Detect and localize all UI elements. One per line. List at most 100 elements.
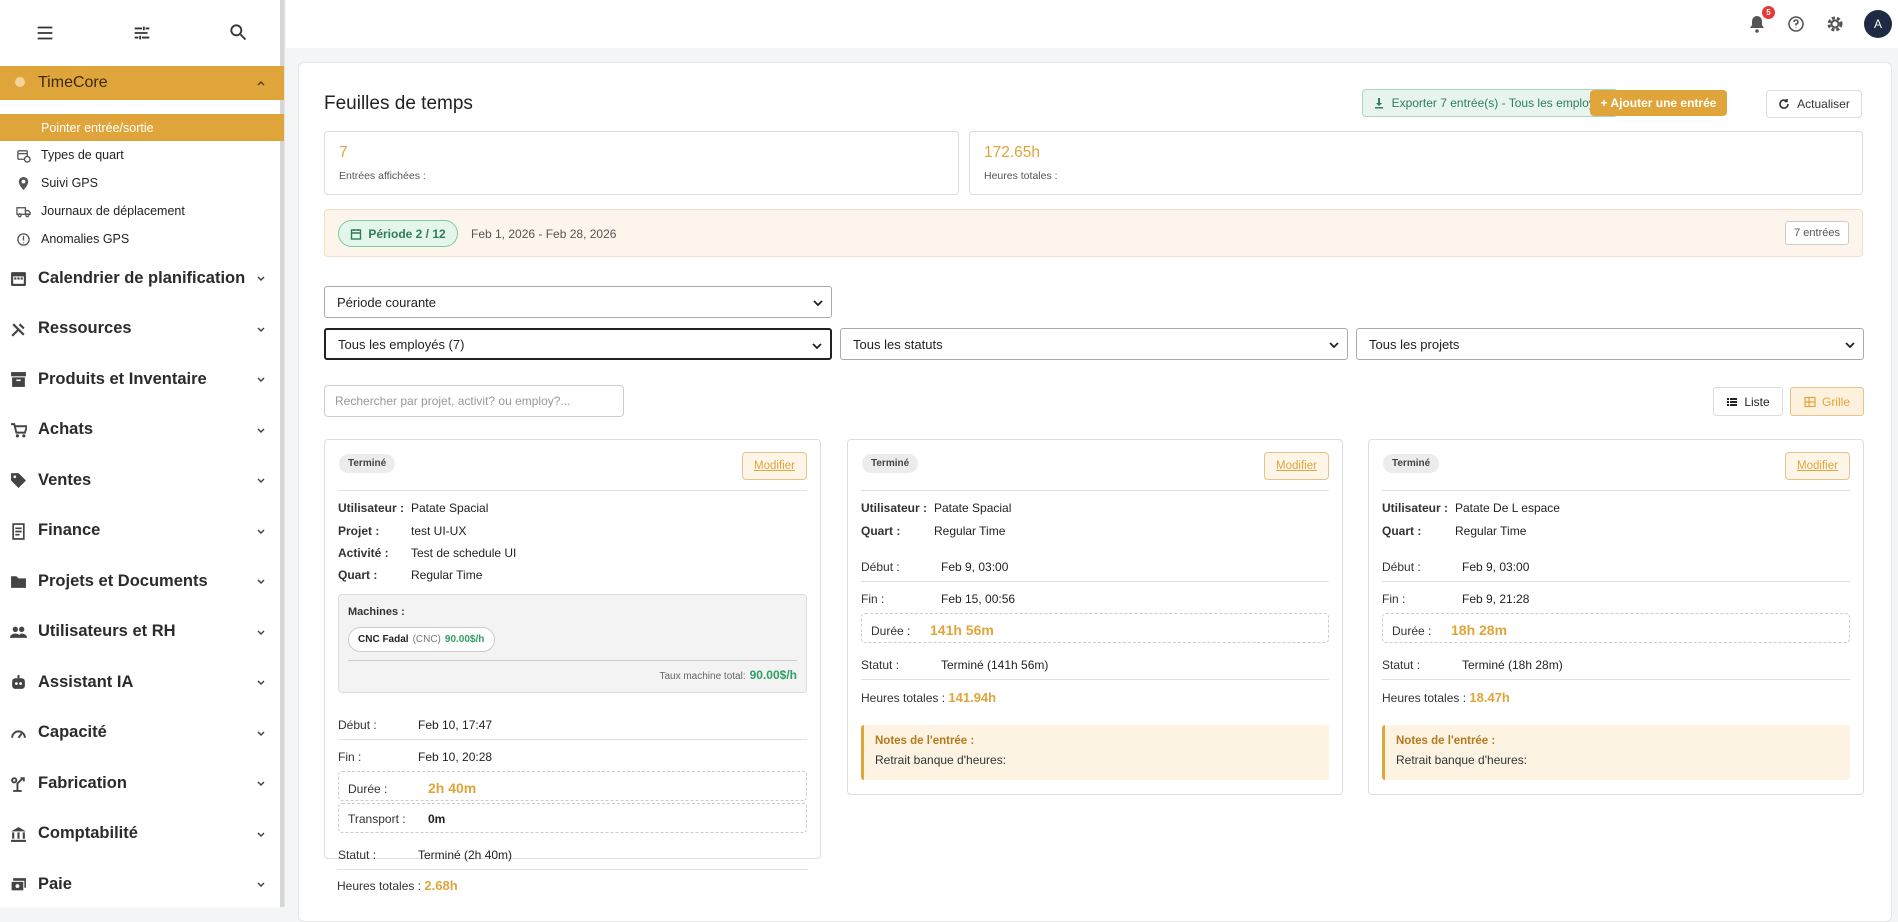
sidebar-section-comptabilite[interactable]: Comptabilité — [0, 809, 284, 860]
search-input[interactable]: Rechercher par projet, activit? ou emplo… — [324, 385, 624, 417]
sidebar-item-journaux[interactable]: Journaux de déplacement — [0, 197, 284, 225]
chevron-down-icon — [256, 326, 266, 334]
sidebar-section-assistant-ia[interactable]: Assistant IA — [0, 657, 284, 708]
status-row: Statut : Terminé (2h 40m) — [338, 848, 512, 862]
status-select[interactable]: Tous les statuts — [840, 328, 1348, 360]
modify-button[interactable]: Modifier — [742, 452, 807, 480]
receipt-icon — [10, 522, 27, 540]
total-hours-value: 141.94h — [948, 690, 997, 705]
modify-button[interactable]: Modifier — [1264, 452, 1329, 480]
sidebar-section-projets[interactable]: Projets et Documents — [0, 556, 284, 607]
export-button[interactable]: Exporter 7 entrée(s) - Tous les employés — [1362, 89, 1618, 117]
start-row: Début : Feb 9, 03:00 — [861, 560, 1008, 574]
divider — [1382, 679, 1850, 680]
sidebar-item-types-quart[interactable]: Types de quart — [0, 141, 284, 169]
end-row: Fin : Feb 9, 21:28 — [1382, 592, 1529, 606]
search-icon[interactable] — [228, 22, 250, 44]
page-title: Feuilles de temps — [324, 93, 473, 114]
search-placeholder: Rechercher par projet, activit? ou emplo… — [335, 394, 571, 408]
sidebar-section-label: Calendrier de planification — [38, 268, 246, 287]
field-label: Début : — [338, 718, 377, 732]
notes-box: Notes de l'entrée : Retrait banque d'heu… — [861, 725, 1329, 780]
chevron-down-icon — [1845, 341, 1855, 349]
machines-title: Machines : — [348, 606, 405, 618]
notifications-icon[interactable]: 5 — [1747, 6, 1775, 34]
duration-row: Durée : 2h 40m — [348, 780, 476, 796]
machines-box: Machines : CNC Fadal (CNC) 90.00$/h Taux… — [338, 594, 807, 693]
grid-view-button[interactable]: Grille — [1790, 387, 1864, 416]
sidebar-item-suivi-gps[interactable]: Suivi GPS — [0, 169, 284, 197]
sidebar-item-label: Anomalies GPS — [41, 232, 130, 246]
sidebar-item-anomalies[interactable]: Anomalies GPS — [0, 225, 284, 253]
total-hours-row: Heures totales : 141.94h — [861, 690, 996, 705]
payments-icon — [10, 876, 27, 893]
sidebar-section-capacite[interactable]: Capacité — [0, 708, 284, 759]
sidebar-item-label: Pointer entrée/sortie — [41, 120, 154, 135]
download-icon — [1373, 97, 1385, 109]
sidebar-section-label: Produits et Inventaire — [38, 369, 207, 388]
notes-body: Retrait banque d'heures: — [1396, 753, 1528, 767]
employees-select[interactable]: Tous les employés (7) — [324, 328, 832, 360]
tune-icon[interactable] — [131, 22, 153, 44]
sidebar-section-fabrication[interactable]: Fabrication — [0, 758, 284, 809]
sidebar-section-ressources[interactable]: Ressources — [0, 304, 284, 355]
chevron-down-icon — [256, 477, 266, 485]
sidebar-item-label: Journaux de déplacement — [41, 204, 185, 218]
top-bar: 5 A — [286, 0, 1898, 48]
stat-entries: 7 Entrées affichées : — [324, 131, 959, 195]
field-value: Terminé (18h 28m) — [1462, 658, 1563, 672]
sidebar-section-paie[interactable]: Paie — [0, 859, 284, 907]
start-row: Début : Feb 9, 03:00 — [1382, 560, 1529, 574]
sidebar-module-label: TimeCore — [38, 74, 108, 91]
period-pill[interactable]: Période 2 / 12 — [338, 220, 458, 247]
sidebar-section-label: Fabrication — [38, 773, 127, 792]
stat-label: Entrées affichées : — [339, 170, 426, 182]
chevron-down-icon — [256, 679, 266, 687]
status-tag: Terminé — [339, 454, 396, 473]
main-panel: Feuilles de temps Exporter 7 entrée(s) -… — [298, 62, 1892, 922]
period-select[interactable]: Période courante — [324, 286, 832, 318]
settings-icon[interactable] — [1825, 14, 1845, 34]
refresh-button[interactable]: Actualiser — [1766, 90, 1862, 118]
field-label: Durée : — [348, 782, 388, 796]
modify-button[interactable]: Modifier — [1785, 452, 1850, 480]
period-select-value: Période courante — [337, 294, 437, 310]
transport-value: 0m — [428, 812, 446, 826]
projects-select[interactable]: Tous les projets — [1356, 328, 1864, 360]
field-label: Statut : — [1382, 658, 1421, 672]
sidebar-section-utilisateurs[interactable]: Utilisateurs et RH — [0, 607, 284, 658]
end-row: Fin : Feb 10, 20:28 — [338, 750, 492, 764]
sidebar-section-ventes[interactable]: Ventes — [0, 455, 284, 506]
add-entry-button[interactable]: + Ajouter une entrée — [1590, 90, 1727, 116]
divider — [1382, 581, 1850, 582]
end-row: Fin : Feb 15, 00:56 — [861, 592, 1015, 606]
user-row: Utilisateur : Patate Spacial — [338, 501, 488, 515]
machine-rate-total-value: 90.00$/h — [749, 668, 797, 682]
sidebar-section-achats[interactable]: Achats — [0, 405, 284, 456]
avatar[interactable]: A — [1864, 10, 1892, 38]
machine-rate: 90.00$/h — [444, 634, 485, 645]
field-value: Patate De L espace — [1455, 501, 1560, 515]
start-row: Début : Feb 10, 17:47 — [338, 718, 492, 732]
sidebar-section-finance[interactable]: Finance — [0, 506, 284, 557]
duration-box: Durée : 18h 28m — [1382, 613, 1850, 643]
menu-icon[interactable] — [34, 22, 56, 44]
transport-box: Transport : 0m — [338, 803, 807, 833]
project-row: Projet : test UI-UX — [338, 524, 466, 538]
machine-rate-total: Taux machine total: 90.00$/h — [659, 668, 797, 682]
help-icon[interactable] — [1786, 14, 1806, 34]
field-value: Feb 15, 00:56 — [941, 592, 1016, 606]
activity-row: Activité : Test de schedule UI — [338, 546, 516, 560]
total-hours-value: 18.47h — [1469, 690, 1510, 705]
machine-type: (CNC) — [412, 634, 441, 645]
divider — [337, 869, 808, 870]
field-value: Regular Time — [411, 568, 483, 582]
employees-select-value: Tous les employés (7) — [338, 336, 465, 352]
sidebar-item-label: Suivi GPS — [41, 176, 98, 190]
chevron-up-icon — [256, 78, 266, 88]
sidebar-section-calendrier[interactable]: Calendrier de planification — [0, 253, 284, 304]
sidebar-module-timecore[interactable]: TimeCore — [0, 66, 284, 100]
sidebar-section-produits[interactable]: Produits et Inventaire — [0, 354, 284, 405]
list-view-button[interactable]: Liste — [1713, 387, 1783, 416]
sidebar-item-pointer[interactable]: Pointer entrée/sortie — [0, 114, 284, 141]
